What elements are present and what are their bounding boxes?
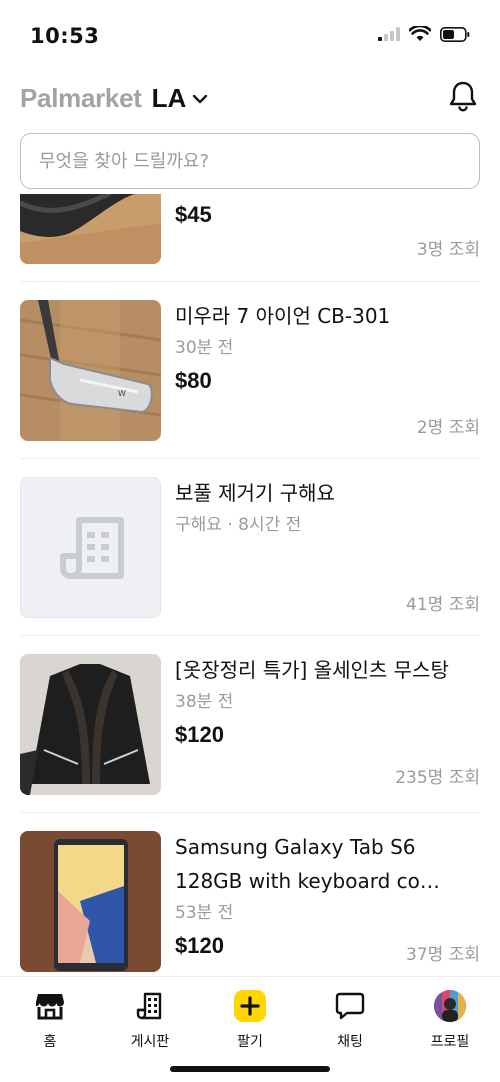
svg-text:W: W: [118, 389, 126, 398]
listing-views: 235명 조회: [395, 768, 480, 788]
nav-label: 팔기: [237, 1034, 263, 1050]
listing-meta: 구해요 · 8시간 전: [175, 515, 302, 535]
listing-price: $120: [175, 722, 224, 747]
nav-board[interactable]: 게시판: [100, 989, 200, 1051]
home-indicator: [170, 1066, 330, 1072]
listing-price: $45: [175, 202, 212, 227]
listing-item[interactable]: Samsung Galaxy Tab S6 128GB with keyboar…: [20, 813, 480, 976]
nav-label: 채팅: [337, 1034, 363, 1050]
listing-thumbnail: [20, 194, 161, 264]
avatar: [434, 990, 466, 1022]
listing-thumbnail: W: [20, 300, 161, 441]
listing-thumbnail: [20, 654, 161, 795]
location-selector[interactable]: LA: [152, 83, 209, 114]
signal-icon: [378, 27, 400, 41]
nav-label: 게시판: [130, 1034, 170, 1050]
listing-item[interactable]: [옷장정리 특가] 올세인츠 무스탕 38분 전 $120 235명 조회: [20, 636, 480, 812]
listing-meta: 38분 전: [175, 692, 234, 712]
listing-title: 보풀 제거기 구해요: [175, 481, 335, 505]
app-header: Palmarket LA: [20, 78, 480, 118]
location-label: LA: [151, 82, 187, 113]
listing-thumbnail: [20, 477, 161, 618]
listing-thumbnail: [20, 831, 161, 972]
nav-label: 홈: [43, 1034, 57, 1050]
search-box: [20, 133, 480, 189]
brand-logo: Palmarket: [20, 82, 142, 113]
listing-views: 41명 조회: [406, 595, 480, 615]
nav-label: 프로필: [430, 1034, 470, 1050]
listing-item[interactable]: W 미우라 7 아이언 CB-301 30분 전 $80 2명 조회: [20, 282, 480, 458]
nav-home[interactable]: 홈: [0, 989, 100, 1051]
status-icons: [378, 26, 470, 42]
board-icon: [136, 992, 162, 1020]
bottom-nav: 홈 게시판 팔기 채팅 프로필: [0, 976, 500, 1082]
store-icon: [36, 994, 64, 1020]
nav-chat[interactable]: 채팅: [300, 989, 400, 1051]
tablet-photo: [20, 831, 161, 972]
chevron-down-icon: [193, 94, 208, 104]
listing-title: 미우라 7 아이언 CB-301: [175, 304, 391, 328]
search-input[interactable]: [21, 134, 479, 188]
listing-views: 3명 조회: [416, 240, 480, 260]
listing-views: 37명 조회: [406, 945, 480, 965]
listing-meta: 30분 전: [175, 338, 234, 358]
listing-views: 2명 조회: [416, 418, 480, 438]
nav-profile[interactable]: 프로필: [400, 989, 500, 1051]
battery-icon: [440, 26, 470, 42]
helmet-photo: [20, 194, 161, 264]
listing-meta: 53분 전: [175, 903, 234, 923]
golf-iron-photo: W: [20, 300, 161, 441]
wifi-icon: [409, 26, 431, 41]
listing-title: Samsung Galaxy Tab S6 128GB with keyboar…: [175, 835, 440, 893]
plus-icon: [234, 990, 266, 1022]
listing-price: $80: [175, 368, 212, 393]
listing-title: [옷장정리 특가] 올세인츠 무스탕: [175, 658, 449, 682]
status-time: 10:53: [30, 24, 100, 48]
listing-feed: $45 3명 조회 W 미우라 7 아이언 CB-301 30분 전 $80 2…: [0, 194, 500, 976]
jacket-photo: [20, 654, 161, 795]
bell-icon[interactable]: [448, 80, 478, 112]
status-bar: 10:53: [0, 0, 500, 70]
listing-item[interactable]: 보풀 제거기 구해요 구해요 · 8시간 전 41명 조회: [20, 459, 480, 635]
receipt-placeholder-icon: [60, 517, 124, 579]
chat-icon: [335, 992, 365, 1020]
nav-sell[interactable]: 팔기: [200, 989, 300, 1051]
listing-item[interactable]: $45 3명 조회: [20, 194, 480, 265]
